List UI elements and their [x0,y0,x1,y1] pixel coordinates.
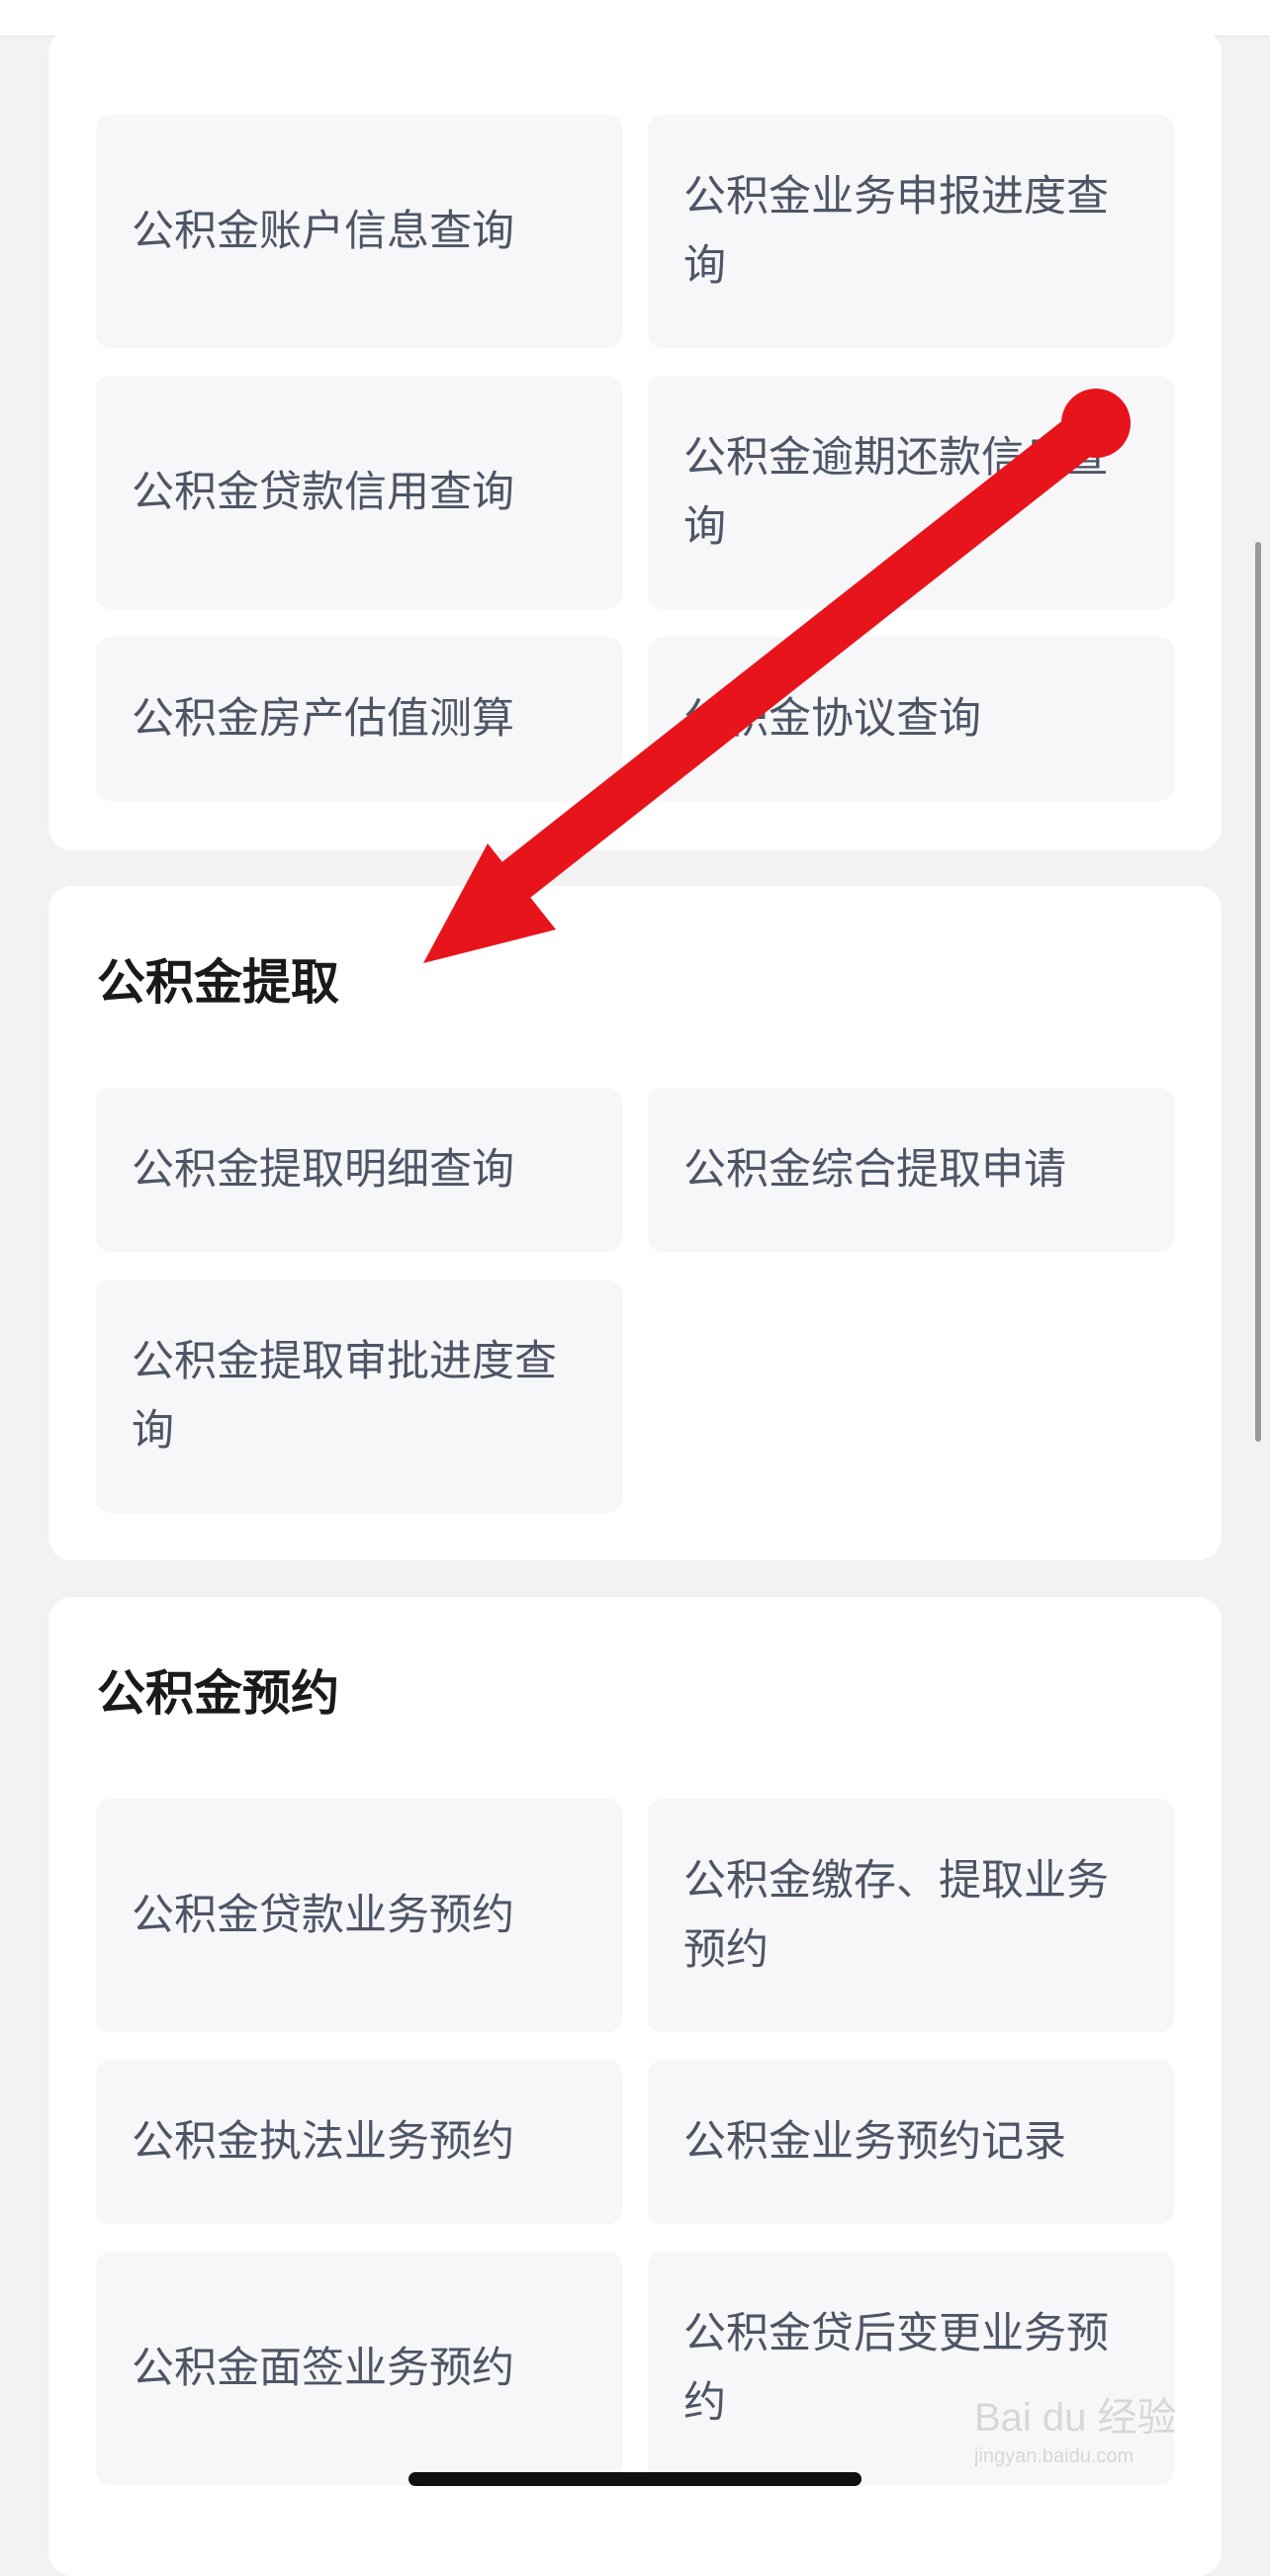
tile-account-info-query[interactable]: 公积金账户信息查询 [96,115,622,348]
tile-label: 公积金执法业务预约 [132,2117,514,2167]
tile-label: 公积金业务预约记录 [683,2117,1066,2167]
tile-comprehensive-withdrawal-apply[interactable]: 公积金综合提取申请 [648,1088,1174,1252]
tile-withdrawal-approval-progress[interactable]: 公积金提取审批进度查询 [96,1280,622,1513]
tile-signing-appointment[interactable]: 公积金面签业务预约 [96,2252,622,2485]
query-services-card: 公积金账户信息查询 公积金业务申报进度查询 公积金贷款信用查询 公积金逾期还款信… [48,30,1222,850]
watermark-brand: Bai du 经验 [974,2396,1177,2440]
scrollbar[interactable] [1255,542,1261,1442]
section-title-withdrawal: 公积金提取 [97,954,340,1011]
tile-agreement-query[interactable]: 公积金协议查询 [648,637,1174,801]
tile-business-progress-query[interactable]: 公积金业务申报进度查询 [648,115,1174,348]
tile-loan-appointment[interactable]: 公积金贷款业务预约 [96,1799,622,2032]
section-title-appointment: 公积金预约 [97,1665,340,1722]
tile-label: 公积金贷款业务预约 [132,1891,514,1940]
tile-label: 公积金综合提取申请 [683,1145,1066,1195]
tile-label: 公积金逾期还款信息查询 [683,433,1109,552]
tile-label: 公积金协议查询 [683,694,981,744]
tile-label: 公积金房产估值测算 [132,694,514,744]
tile-withdrawal-detail-query[interactable]: 公积金提取明细查询 [96,1088,622,1252]
watermark-url: jingyan.baidu.com [974,2445,1134,2467]
tile-loan-credit-query[interactable]: 公积金贷款信用查询 [96,376,622,609]
tile-deposit-withdrawal-appointment[interactable]: 公积金缴存、提取业务预约 [648,1799,1174,2032]
tile-property-valuation[interactable]: 公积金房产估值测算 [96,637,622,801]
tile-label: 公积金提取审批进度查询 [132,1337,557,1456]
tile-label: 公积金账户信息查询 [132,207,514,256]
tile-label: 公积金业务申报进度查询 [683,172,1109,291]
tile-enforcement-appointment[interactable]: 公积金执法业务预约 [96,2060,622,2224]
tile-label: 公积金贷款信用查询 [132,468,514,517]
baidu-jingyan-watermark: Bai du 经验 jingyan.baidu.com [973,2391,1212,2470]
home-indicator[interactable] [408,2472,862,2486]
tile-label: 公积金面签业务预约 [132,2344,514,2393]
tile-label: 公积金缴存、提取业务预约 [683,1856,1109,1975]
baidu-paw-logo-icon: Bai du 经验 jingyan.baidu.com [973,2396,1177,2467]
tile-overdue-repayment-query[interactable]: 公积金逾期还款信息查询 [648,376,1174,609]
withdrawal-card: 公积金提取 公积金提取明细查询 公积金综合提取申请 公积金提取审批进度查询 [48,886,1222,1560]
tile-label: 公积金提取明细查询 [132,1145,514,1195]
tile-appointment-records[interactable]: 公积金业务预约记录 [648,2060,1174,2224]
